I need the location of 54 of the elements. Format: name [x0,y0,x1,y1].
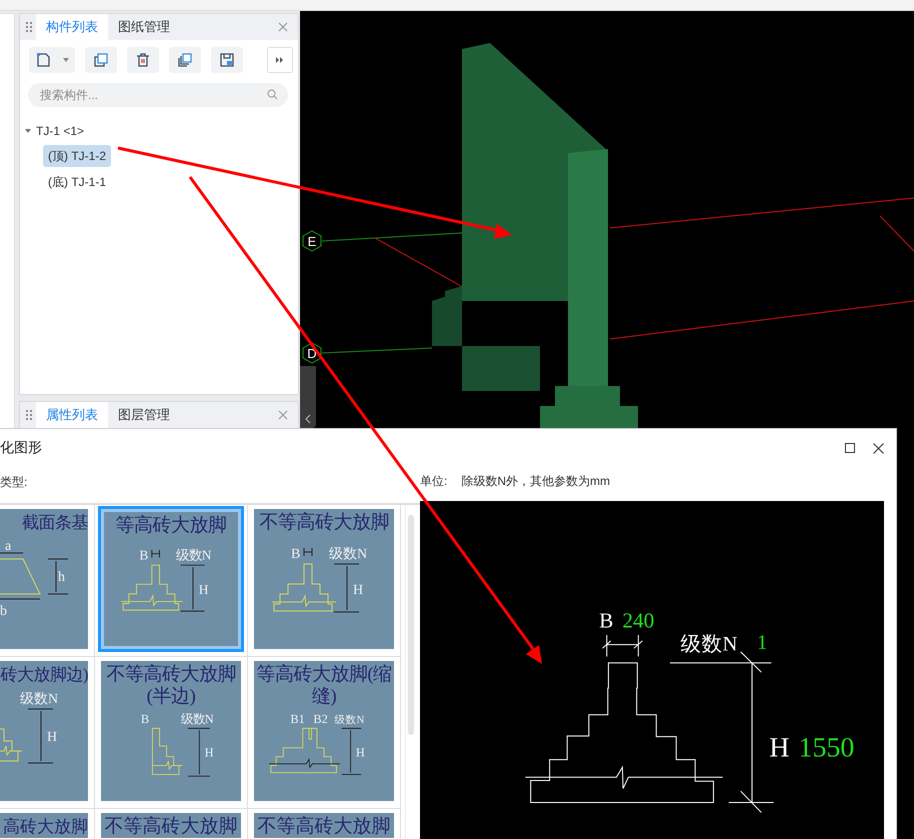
drag-handle-icon[interactable] [26,21,32,33]
new-document-icon [35,52,51,68]
drag-handle-icon[interactable] [26,409,32,421]
card-title: 不等高砖大放脚(半边) [105,663,237,708]
stacked-squares-icon [177,52,193,68]
tree-item[interactable]: TJ-1 <1> [34,120,86,142]
footing-preview-drawing: B 240 级数N 1 H 1550 [420,500,884,839]
scrollbar[interactable] [405,505,416,839]
shape-option-card[interactable]: 截面条基 a h b [0,509,88,649]
card-title: 砖大放脚边) [0,664,88,686]
shape-option-card[interactable]: 不等高砖大放脚 [254,813,394,838]
save-button[interactable] [211,47,243,73]
delete-button[interactable] [127,47,159,73]
panel-tab[interactable]: 构件列表 [36,14,108,40]
panel-tab[interactable]: 图层管理 [108,402,180,428]
shape-option-card[interactable]: 等高砖大放脚(缩缝) B1 B2 级数N H [254,661,394,801]
search-field[interactable]: 搜索构件... [28,83,288,107]
trash-icon [135,52,151,68]
panel-tab[interactable]: 图纸管理 [108,14,180,40]
double-chevron-icon [276,57,284,63]
shape-option-card[interactable]: 高砖大放脚 [0,813,88,838]
tree-item[interactable]: (底) TJ-1-1 [43,171,111,193]
panel-tab[interactable]: 属性列表 [36,402,108,428]
copy-button[interactable] [85,47,117,73]
card-title: 等高砖大放脚 [116,514,226,537]
search-icon[interactable] [267,89,278,100]
tree-item[interactable]: (顶) TJ-1-2 [43,145,111,167]
unit-label: 单位: [420,473,448,490]
trapezoid-diagram-drawing: a h b [0,534,88,649]
chevron-left-icon [305,414,311,424]
card-title: 截面条基 [22,512,88,534]
stepped-footing-diagram-drawing: B 级数N H [104,537,238,646]
shape-option-card[interactable]: 等高砖大放脚 B 级数N H [101,509,241,649]
half-footing-diagram-drawing: 级数N H [0,686,88,801]
save-icon [219,52,235,68]
more-button[interactable] [267,47,293,73]
new-button[interactable] [29,47,75,73]
maximize-icon [845,443,855,453]
shape-option-card[interactable]: 不等高砖大放脚 [101,813,241,838]
copy-multiple-button[interactable] [169,47,201,73]
close-icon [872,442,884,454]
unit-description: 除级数N外，其他参数为mm [461,473,610,490]
collapse-handle[interactable] [300,366,316,428]
copy-icon [93,52,109,68]
expand-caret-icon[interactable] [25,128,31,134]
shape-option-card[interactable]: 不等高砖大放脚(半边) B 级数N H [101,661,241,801]
type-label: 类型: [0,474,28,490]
dialog-title: 化图形 [0,439,42,457]
half-footing-diagram-drawing: B 级数N H [101,708,241,801]
axis-marker: D [301,342,323,364]
shape-option-card[interactable]: 砖大放脚边) 级数N H [0,661,88,801]
caret-icon [63,58,69,62]
axis-marker: E [301,230,323,252]
shape-option-card[interactable]: 不等高砖大放脚 B 级数N H [254,509,394,649]
